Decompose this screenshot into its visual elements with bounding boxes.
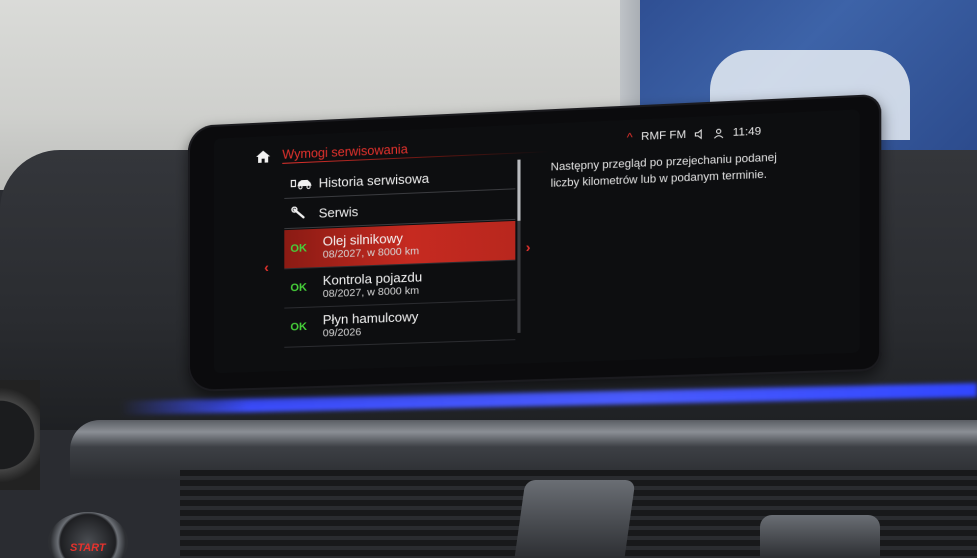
car-interior-scene: START Wymogi serwisowania ^ RMF FM 11:49… (0, 0, 977, 558)
vent-control-right[interactable] (760, 515, 880, 558)
menu-item-label: Historia serwisowa (318, 170, 430, 190)
scrollbar-thumb[interactable] (517, 159, 521, 221)
service-detail: 08/2027, w 8000 km (322, 285, 420, 301)
service-detail: 08/2027, w 8000 km (322, 245, 420, 262)
chevron-right-icon[interactable]: › (526, 239, 531, 256)
instrument-cluster-edge (0, 380, 40, 490)
display-screen: Wymogi serwisowania ^ RMF FM 11:49 ‹ His… (213, 109, 860, 374)
service-info-text: Następny przegląd po przejechaniu podane… (550, 151, 777, 190)
infotainment-display: Wymogi serwisowania ^ RMF FM 11:49 ‹ His… (188, 93, 882, 393)
chevron-left-icon[interactable]: ‹ (264, 259, 269, 275)
home-icon[interactable] (256, 150, 271, 164)
status-bar: ^ RMF FM 11:49 (627, 124, 761, 144)
start-button[interactable]: START (48, 512, 128, 558)
menu-scrollbar[interactable] (517, 159, 521, 333)
service-menu: Historia serwisowa Serwis OK Olej silnik… (284, 159, 521, 371)
status-badge: OK (290, 320, 308, 334)
user-icon (714, 128, 725, 139)
service-detail: 09/2026 (322, 326, 362, 340)
vent-control[interactable] (514, 480, 636, 558)
chevron-up-icon[interactable]: ^ (627, 130, 633, 145)
wrench-icon (290, 206, 312, 221)
start-button-label: START (70, 542, 106, 554)
status-badge: OK (290, 242, 308, 256)
service-item-brake-fluid[interactable]: OK Płyn hamulcowy 09/2026 (284, 300, 516, 348)
status-badge: OK (290, 281, 308, 295)
clock: 11:49 (732, 125, 762, 139)
menu-item-label: Serwis (318, 203, 359, 221)
speaker-icon (695, 129, 706, 140)
audio-source: RMF FM (641, 128, 687, 144)
car-history-icon (290, 176, 312, 191)
